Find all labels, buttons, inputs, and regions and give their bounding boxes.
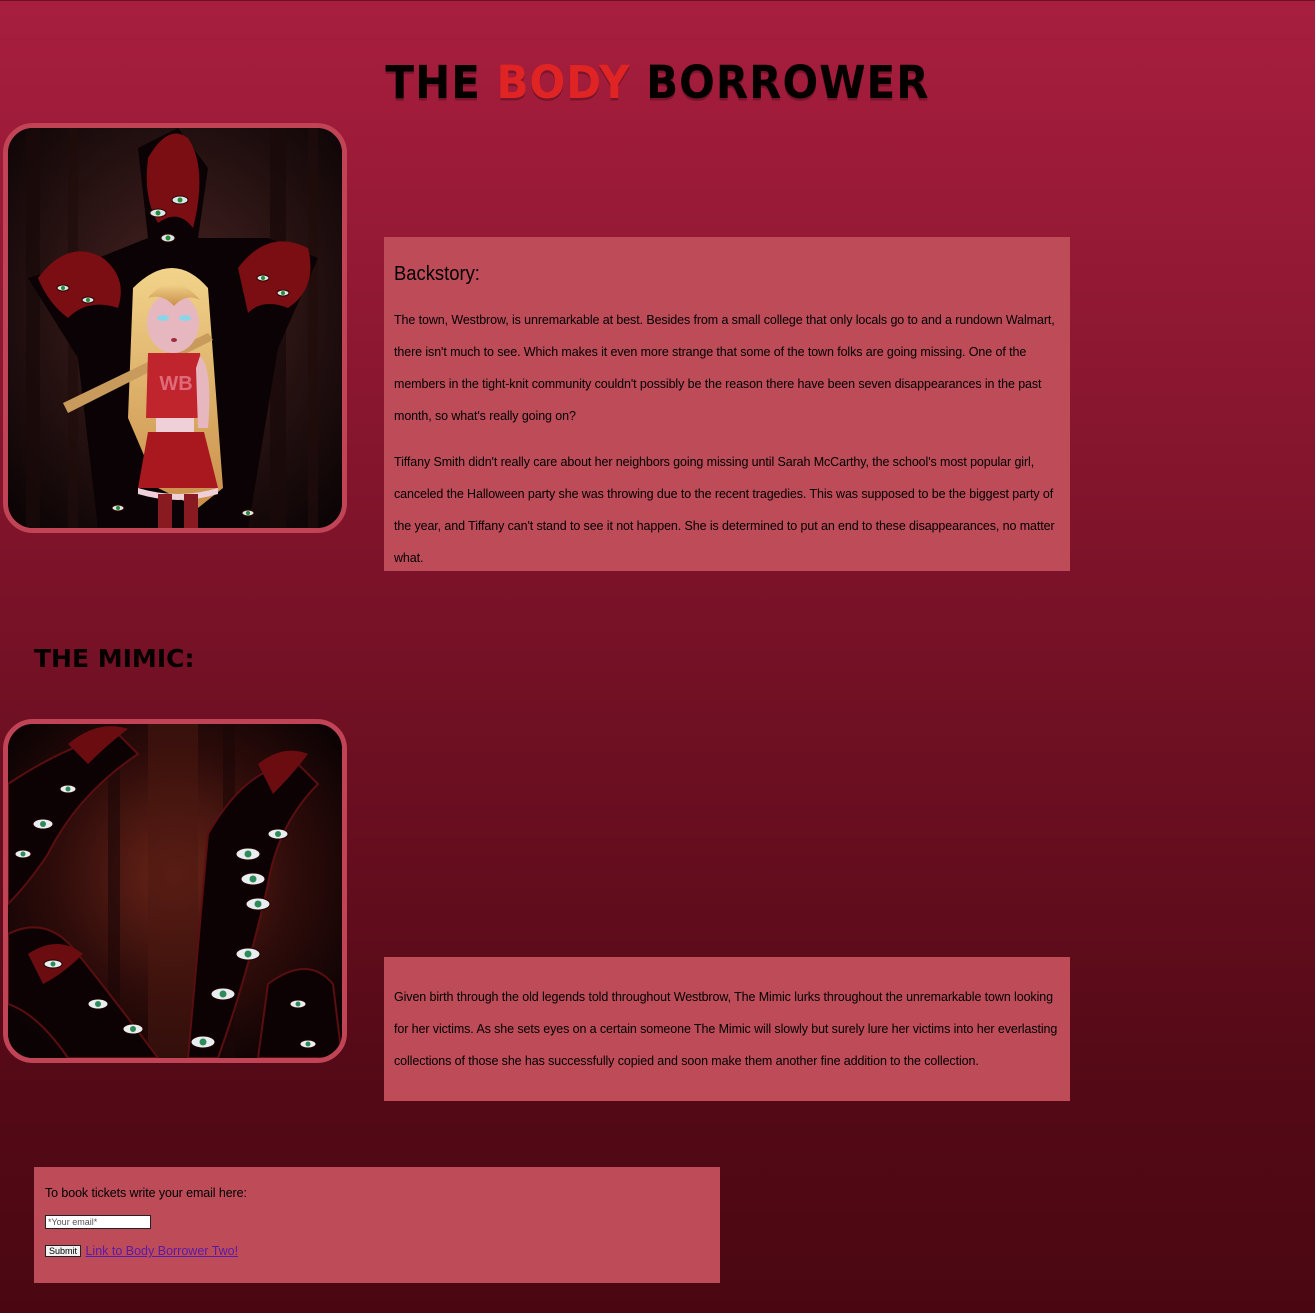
title-part-2: BORROWER [630,56,930,110]
mimic-panel: Given birth through the old legends told… [384,957,1070,1101]
shirt-text: WB [159,373,192,395]
tiffany-illustration: WB [8,128,342,528]
tickets-panel: To book tickets write your email here: S… [34,1167,720,1283]
backstory-paragraph-1: The town, Westbrow, is unremarkable at b… [394,313,1055,423]
mimic-illustration [8,724,342,1058]
tickets-prompt: To book tickets write your email here: [45,1186,247,1200]
backstory-paragraph-2: Tiffany Smith didn't really care about h… [394,455,1055,565]
tiffany-artwork: WB [3,123,347,533]
title-accent: BODY [496,56,631,110]
sequel-link[interactable]: Link to Body Borrower Two! [85,1244,238,1258]
mimic-artwork [3,719,347,1063]
backstory-panel: Backstory: The town, Westbrow, is unrema… [384,237,1070,571]
site-title: THE BODY BORROWER [0,56,1315,109]
top-border [0,0,1315,1]
form-actions: Submit Link to Body Borrower Two! [45,1242,709,1260]
email-input[interactable] [45,1215,151,1229]
submit-button[interactable]: Submit [45,1244,82,1257]
title-part-1: THE [385,56,497,110]
backstory-heading: Backstory: [394,263,480,285]
mimic-description: Given birth through the old legends told… [394,990,1058,1068]
mimic-heading: THE MIMIC: [34,644,195,673]
